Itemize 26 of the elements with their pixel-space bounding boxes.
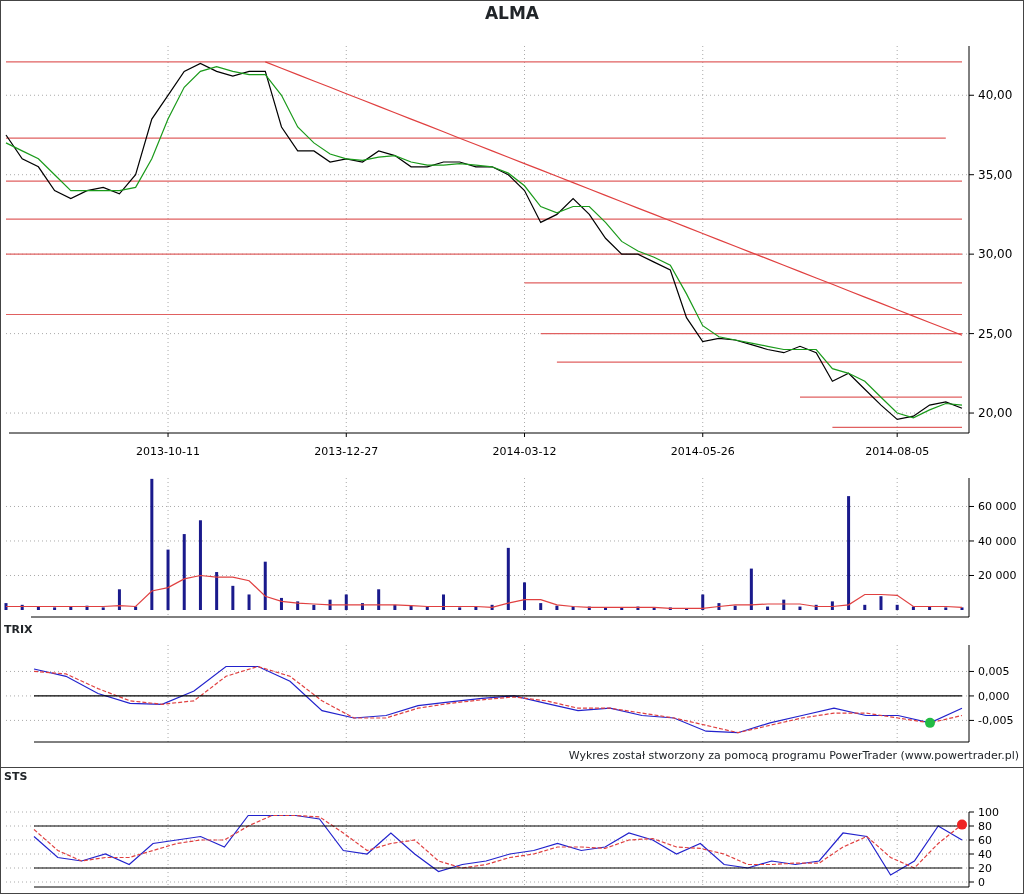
axis-label: 0,005 [978, 665, 1010, 679]
axis-label: 20 [978, 862, 992, 875]
axis-label: 35,00 [978, 167, 1013, 182]
chart-title: STS [4, 770, 28, 783]
axis-label: 20,00 [978, 406, 1013, 420]
axis-label: 25,00 [978, 326, 1013, 341]
axis-label: 40 000 [978, 535, 1017, 549]
axis-label: 2014-05-26 [670, 444, 735, 457]
axis-label: 2013-12-27 [314, 444, 379, 457]
axis-label: 100 [978, 806, 999, 819]
axis-label: 80 [978, 820, 992, 833]
axis-label: 20 000 [978, 569, 1017, 583]
axis-label: 60 000 [978, 500, 1017, 514]
axis-label: 60 [978, 834, 992, 847]
credit-text: Wykres został stworzony za pomocą programu PowerTrader (www.powertrader.pl) [568, 749, 1019, 762]
chart-title: ALMA [484, 3, 540, 23]
axis-label: 2014-03-12 [492, 444, 557, 457]
axis-label: 0 [978, 876, 985, 889]
axis-label: 40,00 [978, 88, 1013, 103]
axis-label: -0,005 [978, 714, 1014, 728]
axis-label: 30,00 [978, 247, 1013, 262]
chart-title: TRIX [4, 623, 33, 637]
axis-label: 40 [978, 848, 992, 861]
axis-label: 2013-10-11 [136, 444, 200, 457]
axis-label: 0,000 [978, 690, 1010, 704]
axis-label: 2014-08-05 [865, 444, 930, 457]
